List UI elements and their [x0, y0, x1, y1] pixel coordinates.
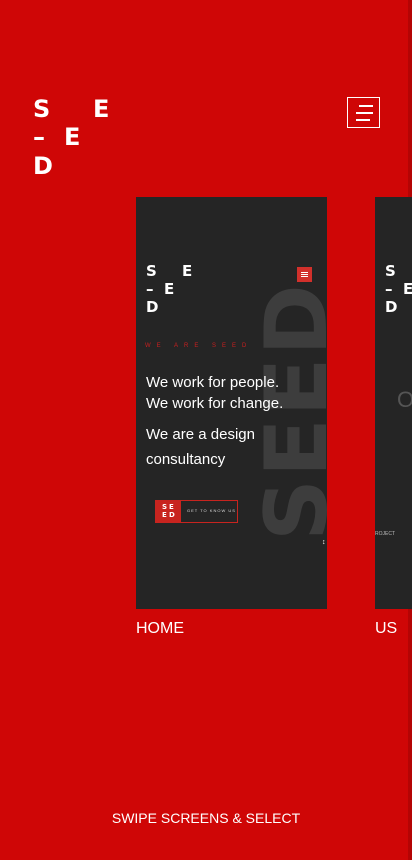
mini-menu-icon	[297, 267, 312, 282]
headline: We work for people. We work for change.	[146, 372, 283, 414]
logo-letter-d: D	[33, 152, 53, 180]
logo-dash: –	[33, 123, 45, 151]
logo-letter-s: S	[33, 95, 51, 123]
swipe-hint: SWIPE SCREENS & SELECT	[111, 810, 301, 826]
partial-text: O	[397, 387, 412, 412]
headline-line-1: We work for people.	[146, 374, 280, 391]
subline: We are a design consultancy	[146, 426, 255, 468]
scroll-arrows-icon: ↕	[322, 539, 326, 546]
mini-logo: S – E D	[385, 262, 412, 316]
seed-logo[interactable]: S E – E D	[31, 94, 111, 178]
menu-button[interactable]	[347, 97, 380, 128]
screen-card-home[interactable]: SEED S E – E D WE ARE SEED We work for p…	[136, 197, 327, 609]
logo-letter-e: E	[64, 123, 81, 151]
cta-logo: S E E D	[156, 501, 181, 522]
mini-logo: S E – E D	[146, 262, 193, 316]
headline-line-2: We work for change.	[146, 395, 284, 412]
logo-letter-e: E	[93, 95, 110, 123]
get-to-know-us-button: S E E D GET TO KNOW US	[155, 500, 238, 523]
card-label-home[interactable]: HOME	[136, 620, 184, 638]
screen-card-us[interactable]: S – E D O ROJECT	[375, 197, 412, 609]
card-label-us[interactable]: US	[375, 620, 397, 638]
kicker-text: WE ARE SEED	[145, 343, 253, 349]
partial-caption: ROJECT	[375, 531, 395, 537]
cta-label: GET TO KNOW US	[187, 508, 236, 513]
